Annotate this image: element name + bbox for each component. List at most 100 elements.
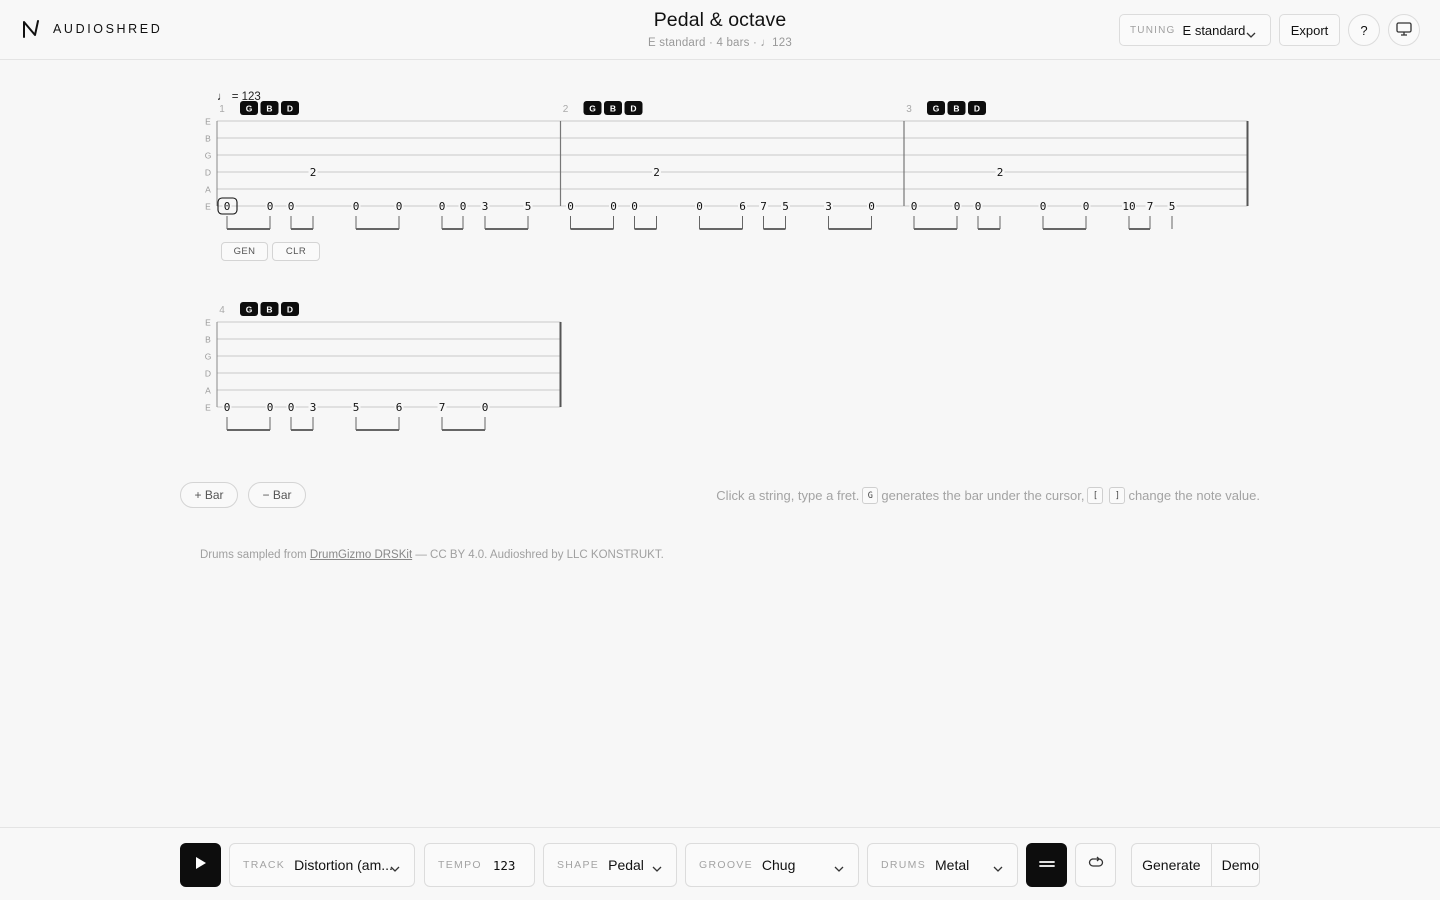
groove-value: Chug bbox=[761, 857, 796, 873]
play-button[interactable] bbox=[180, 843, 221, 887]
fret-number: 0 bbox=[482, 401, 489, 414]
fret-number: 7 bbox=[760, 200, 767, 213]
fret-number: 0 bbox=[954, 200, 961, 213]
bar-number: 2 bbox=[563, 104, 569, 115]
chord-badge-label: B bbox=[266, 104, 272, 114]
hint-text-3: change the note value. bbox=[1128, 488, 1260, 503]
shape-value: Pedal bbox=[608, 857, 644, 873]
tempo-field[interactable]: TEMPO 123 bbox=[424, 843, 535, 887]
bar-number: 1 bbox=[219, 104, 225, 115]
fret-number: 5 bbox=[525, 200, 532, 213]
credits-prefix: Drums sampled from bbox=[200, 549, 307, 561]
chord-badge-label: D bbox=[630, 104, 636, 114]
fret-number: 0 bbox=[975, 200, 982, 213]
fret-number: 5 bbox=[1169, 200, 1176, 213]
fret-number: 2 bbox=[997, 166, 1004, 179]
tab-staff-canvas[interactable]: ♩ = 123EBGDAE1 G B D0 0 020 0 0 0 3 52 G B D0 0 020 6 7 5 3… bbox=[0, 60, 1440, 480]
string-name: G bbox=[205, 352, 212, 362]
remove-bar-button[interactable]: − Bar bbox=[248, 482, 306, 508]
chevron-down-icon bbox=[1246, 26, 1256, 44]
credits: Drums sampled from DrumGizmo DRSKit — CC… bbox=[200, 549, 664, 561]
fret-number: 3 bbox=[825, 200, 832, 213]
fret-number: 10 bbox=[1122, 200, 1135, 213]
key-prev: [ bbox=[1087, 487, 1104, 504]
equalizer-icon bbox=[1038, 856, 1055, 874]
fret-number: 0 bbox=[288, 200, 295, 213]
document-title-block: Pedal & octave E standard · 4 bars · ♩12… bbox=[520, 9, 920, 49]
fret-number: 0 bbox=[610, 200, 617, 213]
fret-number: 7 bbox=[1147, 200, 1154, 213]
shape-select[interactable]: SHAPE Pedal bbox=[543, 843, 677, 887]
help-button[interactable]: ? bbox=[1348, 14, 1380, 46]
tempo-label: TEMPO bbox=[438, 859, 482, 871]
chord-badge-label: G bbox=[933, 104, 940, 114]
brand-logo[interactable]: AUDIOSHRED bbox=[22, 19, 162, 39]
fret-number: 3 bbox=[482, 200, 489, 213]
chord-badge-label: G bbox=[246, 305, 253, 315]
bar-number: 4 bbox=[219, 305, 225, 316]
string-name: B bbox=[205, 335, 211, 345]
string-name: A bbox=[205, 386, 211, 396]
string-name: E bbox=[205, 403, 211, 413]
play-icon bbox=[195, 856, 207, 875]
display-settings-button[interactable] bbox=[1388, 14, 1420, 46]
string-name: B bbox=[205, 134, 211, 144]
fret-number: 6 bbox=[739, 200, 746, 213]
chord-badge-label: B bbox=[266, 305, 272, 315]
hint-text-1: Click a string, type a fret. bbox=[716, 488, 860, 503]
chord-badge-label: B bbox=[610, 104, 616, 114]
clear-bar-button[interactable]: CLR bbox=[272, 242, 320, 261]
fret-number: 0 bbox=[353, 200, 360, 213]
fret-number: 0 bbox=[696, 200, 703, 213]
monitor-icon bbox=[1396, 21, 1412, 39]
fret-number: 0 bbox=[1083, 200, 1090, 213]
track-value: Distortion (am... bbox=[294, 857, 393, 873]
chord-badge-label: D bbox=[287, 305, 293, 315]
fret-number: 0 bbox=[288, 401, 295, 414]
fret-number: 0 bbox=[460, 200, 467, 213]
tuning-select[interactable]: TUNING E standard bbox=[1119, 14, 1271, 46]
fret-number: 0 bbox=[631, 200, 638, 213]
key-generate: G bbox=[862, 487, 879, 504]
mixer-toggle-button[interactable] bbox=[1026, 843, 1067, 887]
chord-badge-label: G bbox=[589, 104, 596, 114]
fret-number: 0 bbox=[868, 200, 875, 213]
fret-number: 0 bbox=[267, 200, 274, 213]
fret-number: 0 bbox=[911, 200, 918, 213]
document-meta: E standard · 4 bars · ♩123 bbox=[648, 37, 792, 49]
page-title: Pedal & octave bbox=[653, 9, 787, 31]
generate-button[interactable]: Generate bbox=[1132, 844, 1212, 886]
string-name: E bbox=[205, 318, 211, 328]
fret-number: 0 bbox=[567, 200, 574, 213]
generate-bar-button[interactable]: GEN bbox=[221, 242, 268, 261]
chord-badge-label: D bbox=[974, 104, 980, 114]
groove-select[interactable]: GROOVE Chug bbox=[685, 843, 859, 887]
fret-number: 0 bbox=[224, 200, 231, 213]
chevron-down-icon bbox=[652, 860, 662, 878]
demo-button[interactable]: Demo bbox=[1212, 844, 1259, 886]
export-button[interactable]: Export bbox=[1279, 14, 1340, 46]
chord-badge-label: G bbox=[246, 104, 253, 114]
key-next: ] bbox=[1109, 487, 1126, 504]
track-label: TRACK bbox=[243, 859, 286, 871]
drums-select[interactable]: DRUMS Metal bbox=[867, 843, 1018, 887]
groove-label: GROOVE bbox=[699, 859, 753, 871]
add-bar-button[interactable]: + Bar bbox=[180, 482, 238, 508]
bar-number: 3 bbox=[906, 104, 912, 115]
brand-name: AUDIOSHRED bbox=[53, 22, 163, 36]
chevron-down-icon bbox=[390, 860, 400, 878]
fret-number: 5 bbox=[782, 200, 789, 213]
credits-link[interactable]: DrumGizmo DRSKit bbox=[310, 549, 412, 561]
track-select[interactable]: TRACK Distortion (am... bbox=[229, 843, 415, 887]
fret-number: 0 bbox=[439, 200, 446, 213]
string-name: D bbox=[205, 168, 211, 178]
generate-group: Generate Demo bbox=[1131, 843, 1260, 887]
loop-icon bbox=[1088, 856, 1104, 875]
fret-number: 2 bbox=[653, 166, 660, 179]
chevron-down-icon bbox=[993, 860, 1003, 878]
tab-editor: ♩ = 123 E B G D A E 1 G B D 0 0 0 2 0 0 0 0 3 5 2 G B D 0 0 0 2 0 6 7 5 3… bbox=[0, 60, 1440, 827]
fret-number: 7 bbox=[439, 401, 446, 414]
editor-hint: Click a string, type a fret. G generates… bbox=[716, 487, 1260, 504]
tempo-input[interactable]: 123 bbox=[493, 858, 516, 873]
loop-toggle-button[interactable] bbox=[1075, 843, 1116, 887]
